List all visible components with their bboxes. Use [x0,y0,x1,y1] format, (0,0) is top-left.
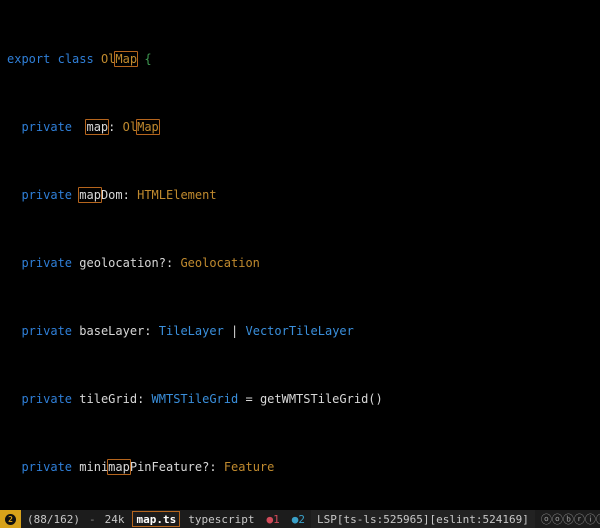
code-editor[interactable]: export class OlMap { private _map: OlMap… [0,0,600,510]
error-count-badge[interactable]: ●1 [260,510,285,528]
warning-count-badge[interactable]: ●2 [286,510,311,528]
code-line[interactable]: private tileGrid: WMTSTileGrid = getWMTS… [0,391,600,408]
editor-window: export class OlMap { private _map: OlMap… [0,0,600,528]
mode-glyph: 2 [5,513,16,525]
file-size: 24k [98,510,131,528]
editor-mode-indicator[interactable]: 2 [0,510,21,528]
lsp-progress-spinner: ⓞⓞⓑⓡⓘⓑⓞ○○ [540,513,600,526]
cursor-position: (88/162) [21,510,86,528]
code-line[interactable]: private _map: OlMap [0,119,600,136]
separator-dash: - [85,510,99,528]
code-line[interactable]: private geolocation?: Geolocation [0,255,600,272]
language-mode[interactable]: typescript [182,510,261,528]
lsp-status[interactable]: LSP[ts-ls:525965][eslint:524169] [310,510,535,528]
code-line[interactable]: export class OlMap { [0,51,600,68]
code-line[interactable]: private mapDom: HTMLElement [0,187,600,204]
code-line[interactable]: private baseLayer: TileLayer | VectorTil… [0,323,600,340]
file-name[interactable]: map.ts [132,511,181,527]
code-line[interactable]: private minimapPinFeature?: Feature [0,459,600,476]
status-bar: 2 (88/162) - 24k map.ts typescript ●1 ●2… [0,510,600,528]
